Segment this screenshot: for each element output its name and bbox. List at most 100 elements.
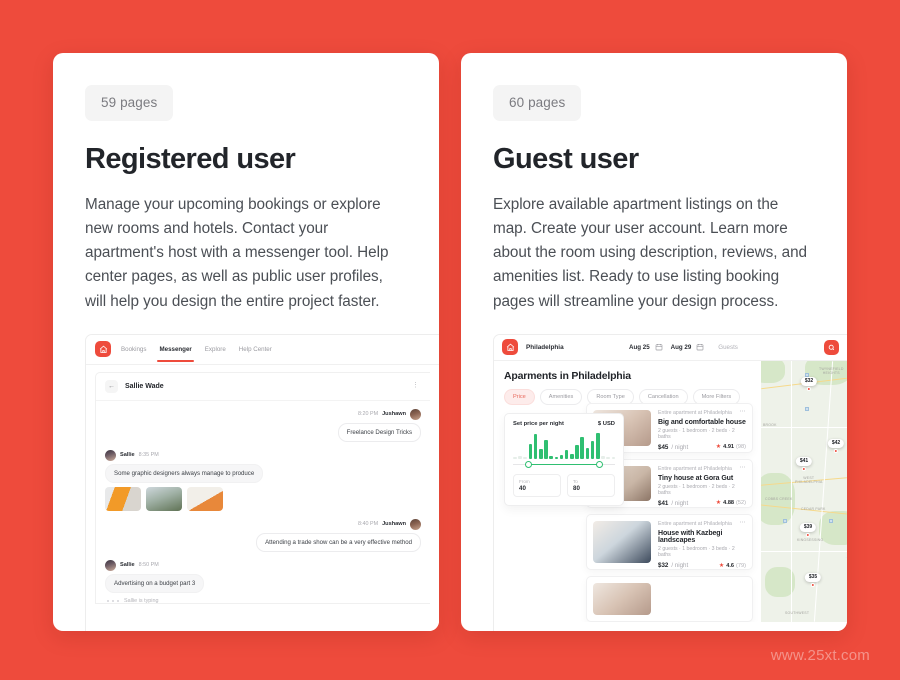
- pages-badge: 59 pages: [85, 85, 174, 121]
- histogram-bar: [601, 455, 605, 459]
- card-registered-user[interactable]: 59 pages Registered user Manage your upc…: [53, 53, 439, 631]
- listing-subtitle: Entire apartment at Philadelphia: [658, 465, 732, 472]
- attachment-thumbnail[interactable]: [105, 486, 141, 511]
- listing-body: Aparments in Philadelphia Price Amenitie…: [494, 360, 847, 622]
- map-price-pin[interactable]: $32: [800, 376, 818, 391]
- card-description: Manage your upcoming bookings or explore…: [85, 195, 389, 310]
- message-bubble: Attending a trade show can be a very eff…: [256, 532, 421, 552]
- map-marker-square: [829, 518, 833, 523]
- listing-rating: ★ 4.6 (79): [719, 563, 746, 569]
- listing-subtitle-row: Entire apartment at Philadelphia ⋯: [658, 520, 746, 527]
- attachment-thumbnail[interactable]: [146, 486, 182, 511]
- slider-handle-min[interactable]: [525, 460, 533, 468]
- card-title: Guest user: [493, 142, 639, 175]
- listing-price-unit: / night: [671, 443, 689, 451]
- avatar: [105, 449, 116, 461]
- listing-rating: ★ 4.88 (52): [716, 500, 746, 506]
- card-guest-user[interactable]: 60 pages Guest user Explore available ap…: [461, 53, 847, 631]
- message-author: Jushawn: [382, 411, 406, 418]
- currency-label: $ USD: [597, 420, 615, 427]
- histogram-bar: [564, 450, 569, 459]
- histogram-bar: [611, 457, 616, 459]
- map-pin-price: $39: [799, 522, 817, 532]
- more-vertical-icon[interactable]: ⋮: [410, 380, 421, 393]
- listing-rating: ★ 4.91 (98): [716, 444, 746, 450]
- search-button[interactable]: [824, 339, 839, 355]
- message-meta: Sallie 8:35 PM: [105, 449, 159, 461]
- map-pin-dot: [802, 466, 806, 471]
- message-outgoing: 8:20 PM Jushawn Freelance Design Tricks: [105, 408, 421, 442]
- listing-card-partial[interactable]: [586, 575, 753, 622]
- map-price-pin[interactable]: $42: [827, 438, 845, 453]
- avatar: [410, 518, 421, 530]
- listing-navbar: Philadelphia Aug 25 Aug 29 Guests: [494, 334, 847, 361]
- guests-input[interactable]: Guests: [718, 344, 738, 351]
- histogram-bar: [580, 436, 585, 459]
- price-range-slider[interactable]: [513, 460, 615, 468]
- rating-count: (52): [736, 500, 746, 507]
- map-pin-price: $42: [827, 438, 845, 448]
- more-horizontal-icon[interactable]: ⋯: [739, 409, 746, 415]
- message-time: 8:20 PM: [357, 411, 379, 418]
- arrow-left-icon[interactable]: ←: [105, 379, 118, 393]
- city-input[interactable]: Philadelphia: [526, 344, 621, 351]
- check-out-field[interactable]: Aug 29: [671, 343, 705, 351]
- price-from-value: 40: [519, 484, 526, 492]
- price-to-field[interactable]: To 80: [567, 473, 615, 497]
- tab-help-center[interactable]: Help Center: [239, 335, 272, 364]
- calendar-icon: [655, 344, 662, 351]
- listing-card[interactable]: Entire apartment at Philadelphia ⋯ House…: [586, 514, 753, 570]
- map-pin-dot: [811, 582, 815, 587]
- map-pin-dot: [834, 448, 838, 453]
- map-panel[interactable]: TWYNEFIELD HEIGHTS BROOK WEST PHILADELPH…: [761, 360, 847, 622]
- filter-price[interactable]: Price: [504, 388, 535, 405]
- map-price-pin[interactable]: $35: [804, 572, 822, 587]
- card-text-block: 59 pages Registered user Manage your upc…: [53, 53, 439, 314]
- histogram-bar: [585, 447, 590, 459]
- histogram-bar: [513, 456, 517, 459]
- listing-price: $32: [658, 562, 669, 570]
- map-marker-square: [805, 406, 809, 411]
- slider-handle-max[interactable]: [595, 460, 603, 468]
- price-to-value: 80: [573, 484, 580, 492]
- watermark: www.25xt.com: [770, 647, 870, 664]
- avatar: [105, 559, 116, 571]
- attachment-thumbnail[interactable]: [187, 486, 223, 511]
- tab-bookings[interactable]: Bookings: [121, 335, 146, 364]
- card-title: Registered user: [85, 142, 296, 175]
- typing-dot: [112, 599, 114, 602]
- map-label: COBBS CREEK: [765, 496, 793, 501]
- filter-amenities[interactable]: Amenities: [539, 388, 583, 405]
- tab-explore[interactable]: Explore: [205, 335, 226, 364]
- price-filter-panel[interactable]: Set price per night $ USD From 40 To 80: [504, 412, 624, 506]
- message-author: Jushawn: [382, 521, 406, 528]
- listing-price: $45: [658, 443, 669, 451]
- price-panel-title: Set price per night: [513, 420, 564, 427]
- message-bubble: Advertising on a budget part 3: [105, 573, 205, 593]
- messenger-navbar: Bookings Messenger Explore Help Center: [86, 334, 439, 365]
- message-outgoing: 8:40 PM Jushawn Attending a trade show c…: [105, 518, 421, 552]
- histogram-bar: [518, 455, 522, 459]
- chat-messages: 8:20 PM Jushawn Freelance Design Tricks …: [96, 401, 430, 603]
- map-pin-dot: [807, 386, 811, 391]
- rating-value: 4.6: [726, 562, 735, 569]
- messenger-tabs: Bookings Messenger Explore Help Center: [121, 335, 272, 364]
- listing-photo: [593, 521, 651, 563]
- house-icon: [95, 341, 111, 358]
- tab-messenger[interactable]: Messenger: [157, 335, 195, 364]
- price-from-field[interactable]: From 40: [513, 473, 561, 497]
- histogram-bar: [538, 448, 543, 459]
- more-horizontal-icon[interactable]: ⋯: [739, 520, 746, 526]
- map-price-pin[interactable]: $39: [799, 522, 817, 537]
- listing-footer: $41 / night ★ 4.88 (52): [658, 496, 746, 507]
- check-in-field[interactable]: Aug 25: [629, 343, 663, 351]
- histogram-bar: [528, 443, 533, 459]
- map-price-pin[interactable]: $41: [795, 456, 813, 471]
- more-horizontal-icon[interactable]: ⋯: [739, 465, 746, 471]
- listing-footer: $32 / night ★ 4.6 (79): [658, 558, 746, 569]
- map-marker-square: [783, 518, 787, 523]
- listing-title: Tiny house at Gora Gut: [658, 474, 734, 482]
- chat-panel: ← Sallie Wade ⋮ 8:20 PM Jushawn Freelanc…: [95, 371, 430, 604]
- message-time: 8:35 PM: [138, 452, 159, 459]
- star-icon: ★: [715, 500, 722, 507]
